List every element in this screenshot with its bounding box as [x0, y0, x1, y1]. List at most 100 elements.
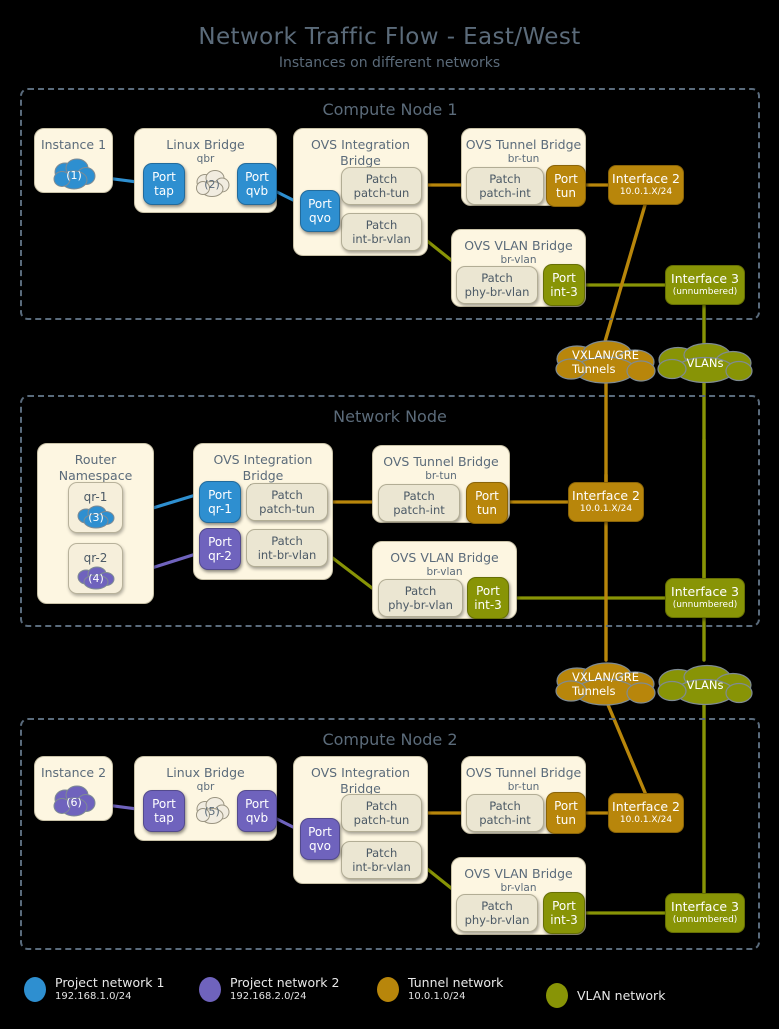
nn-int-br-name: OVS Integration Bridge	[213, 452, 313, 483]
legend-label-project-network-1: Project network 1	[55, 975, 165, 990]
cn1-patch-phy-br-vlan[interactable]: Patch phy-br-vlan	[456, 266, 538, 304]
cn2-port-int3[interactable]: Port int-3	[543, 892, 585, 934]
instance-1-cloud: (1)	[51, 155, 97, 195]
cn1-qbr-cloud-label: (2)	[204, 177, 220, 191]
legend-detail-project-network-2: 192.168.2.0/24	[230, 990, 307, 1002]
cn1-vlan-bridge-title: OVS VLAN Bridge br-vlan	[452, 238, 585, 267]
cn1-patch-patch-int[interactable]: Patch patch-int	[466, 167, 544, 205]
nn-patch-phy-br-vlan[interactable]: Patch phy-br-vlan	[378, 579, 463, 617]
nn-interface-2[interactable]: Interface 2 10.0.1.X/24	[568, 482, 644, 522]
nn-port-qr1[interactable]: Port qr-1	[199, 481, 241, 523]
diagram-canvas: Network Traffic Flow - East/West Instanc…	[0, 0, 779, 1029]
instance-1-cloud-label: (1)	[66, 168, 82, 182]
cn2-port-tun[interactable]: Port tun	[546, 792, 586, 834]
cn1-port-qvo[interactable]: Port qvo	[300, 190, 340, 232]
legend-text-vlan-network: VLAN network	[577, 988, 665, 1004]
legend-label-vlan-network: VLAN network	[577, 987, 666, 1003]
legend-item-project-network-1: Project network 1 192.168.1.0/24	[24, 975, 164, 1003]
cn2-interface-3[interactable]: Interface 3 (unnumbered)	[665, 893, 745, 933]
cn1-br-tun-name: OVS Tunnel Bridge	[465, 137, 582, 152]
nn-interface-3[interactable]: Interface 3 (unnumbered)	[665, 578, 745, 618]
cn2-port-qvb[interactable]: Port qvb	[237, 790, 277, 832]
legend-detail-tunnel-network: 10.0.1.0/24	[408, 990, 466, 1002]
legend-swatch-project-network-1	[24, 976, 46, 1002]
cn2-interface-2[interactable]: Interface 2 10.0.1.X/24	[608, 793, 684, 833]
cn2-interface-3-detail: (unnumbered)	[672, 914, 738, 925]
nn-port-int3[interactable]: Port int-3	[467, 577, 509, 619]
upper-vxlan-gre-label: VXLAN/GRE Tunnels	[572, 347, 639, 376]
nn-tunnel-bridge-title: OVS Tunnel Bridge br-tun	[373, 454, 509, 483]
cn1-interface-3[interactable]: Interface 3 (unnumbered)	[665, 265, 745, 305]
cn1-interface-3-detail: (unnumbered)	[672, 286, 738, 297]
legend-item-project-network-2: Project network 2 192.168.2.0/24	[199, 975, 339, 1003]
cn2-interface-2-detail: 10.0.1.X/24	[619, 814, 673, 825]
cn2-qbr-cloud-label: (5)	[204, 804, 220, 818]
cn2-interface-2-name: Interface 2	[612, 799, 680, 815]
legend-swatch-vlan-network	[546, 983, 568, 1008]
nn-patch-int-br-vlan[interactable]: Patch int-br-vlan	[246, 529, 328, 567]
compute-node-1-title: Compute Node 1	[322, 100, 458, 119]
nn-port-qr2[interactable]: Port qr-2	[199, 528, 241, 570]
nn-br-vlan-name: OVS VLAN Bridge	[390, 550, 499, 565]
cn1-port-qvb[interactable]: Port qvb	[237, 163, 277, 205]
cn2-patch-patch-tun[interactable]: Patch patch-tun	[341, 794, 422, 832]
cn1-patch-int-br-vlan[interactable]: Patch int-br-vlan	[341, 213, 422, 251]
cn1-interface-2-detail: 10.0.1.X/24	[619, 186, 673, 197]
cn1-port-int3[interactable]: Port int-3	[543, 264, 585, 306]
cn2-linux-bridge-name: Linux Bridge	[166, 765, 245, 780]
nn-patch-patch-tun[interactable]: Patch patch-tun	[246, 483, 328, 521]
cn2-port-tap[interactable]: Port tap	[143, 790, 185, 832]
cn2-patch-phy-br-vlan[interactable]: Patch phy-br-vlan	[456, 894, 538, 932]
cn2-interface-3-name: Interface 3	[671, 899, 739, 915]
lower-vxlan-gre-cloud: VXLAN/GRE Tunnels	[553, 660, 658, 708]
qr-1-cloud: (3)	[75, 503, 117, 531]
legend-detail-project-network-1: 192.168.1.0/24	[55, 990, 132, 1002]
instance-1-title: Instance 1	[40, 137, 107, 152]
network-node-title: Network Node	[333, 407, 447, 426]
page-subtitle: Instances on different networks	[278, 55, 501, 71]
legend-swatch-project-network-2	[199, 976, 221, 1002]
nn-interface-3-name: Interface 3	[671, 584, 739, 600]
lower-vlans-cloud: VLANs	[655, 662, 755, 708]
cn2-br-tun-name: OVS Tunnel Bridge	[465, 765, 582, 780]
cn2-patch-int-br-vlan[interactable]: Patch int-br-vlan	[341, 841, 422, 879]
legend-label-tunnel-network: Tunnel network	[408, 975, 504, 990]
cn1-interface-3-name: Interface 3	[671, 271, 739, 287]
qr-1-cloud-label: (3)	[88, 510, 104, 524]
cn1-br-tun-sub: br-tun	[507, 152, 540, 165]
nn-br-tun-sub: br-tun	[425, 469, 457, 482]
legend: Project network 1 192.168.1.0/24 Project…	[0, 961, 779, 1029]
qr-2-cloud-label: (4)	[88, 571, 104, 585]
nn-interface-3-detail: (unnumbered)	[672, 599, 738, 610]
legend-text-project-network-1: Project network 1 192.168.1.0/24	[55, 975, 164, 1003]
cn1-qbr-cloud: (2)	[194, 167, 230, 201]
nn-patch-patch-int[interactable]: Patch patch-int	[378, 484, 460, 522]
legend-item-tunnel-network: Tunnel network 10.0.1.0/24	[377, 975, 503, 1003]
cn2-port-qvo[interactable]: Port qvo	[300, 818, 340, 860]
legend-swatch-tunnel-network	[377, 976, 399, 1002]
cn1-linux-bridge-name: Linux Bridge	[166, 137, 245, 152]
cn2-qbr-cloud: (5)	[194, 794, 230, 828]
cn2-tunnel-bridge-title: OVS Tunnel Bridge br-tun	[462, 765, 585, 794]
upper-vlans-label: VLANs	[686, 355, 724, 370]
legend-item-vlan-network: VLAN network	[546, 983, 665, 1008]
nn-interface-2-detail: 10.0.1.X/24	[579, 503, 633, 514]
instance-2-title: Instance 2	[40, 765, 107, 780]
cn2-patch-patch-int[interactable]: Patch patch-int	[466, 794, 544, 832]
nn-port-tun[interactable]: Port tun	[466, 482, 508, 524]
qr-2-label: qr-2	[83, 551, 108, 565]
upper-vlans-cloud: VLANs	[655, 340, 755, 386]
cn1-int-br-name: OVS Integration Bridge	[311, 137, 410, 168]
cn2-br-vlan-name: OVS VLAN Bridge	[464, 866, 573, 881]
nn-interface-2-name: Interface 2	[572, 488, 640, 504]
cn1-port-tap[interactable]: Port tap	[143, 163, 185, 205]
cn1-port-tun[interactable]: Port tun	[546, 165, 586, 207]
cn1-tunnel-bridge-title: OVS Tunnel Bridge br-tun	[462, 137, 585, 166]
instance-2-cloud: (6)	[51, 782, 97, 822]
nn-br-tun-name: OVS Tunnel Bridge	[383, 454, 499, 469]
upper-vxlan-gre-cloud: VXLAN/GRE Tunnels	[553, 338, 658, 386]
cn1-patch-patch-tun[interactable]: Patch patch-tun	[341, 167, 422, 205]
page-title: Network Traffic Flow - East/West	[198, 24, 581, 50]
cn1-interface-2[interactable]: Interface 2 10.0.1.X/24	[608, 165, 684, 205]
cn2-int-br-name: OVS Integration Bridge	[311, 765, 410, 796]
